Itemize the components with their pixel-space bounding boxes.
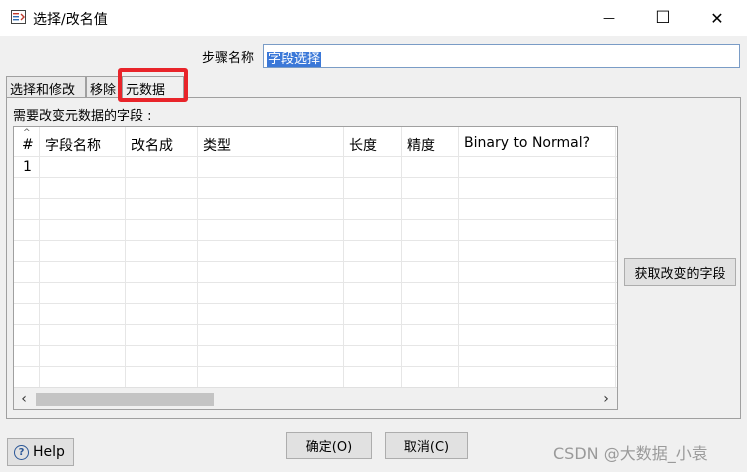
help-label: Help: [33, 444, 65, 460]
grid-lines: [14, 127, 617, 387]
highlight-box: [118, 68, 188, 102]
help-icon: ?: [14, 444, 29, 460]
metadata-table[interactable]: ^ # 字段名称 改名成 类型 长度 精度 Binary to Normal? …: [13, 126, 618, 410]
close-icon: ✕: [710, 8, 724, 28]
column-header-binary-to-normal[interactable]: Binary to Normal?: [464, 135, 590, 151]
cancel-button[interactable]: 取消(C): [385, 432, 468, 459]
ok-button[interactable]: 确定(O): [286, 432, 372, 459]
scroll-right-icon[interactable]: ›: [598, 390, 614, 408]
app-icon: [11, 10, 26, 24]
column-header-precision[interactable]: 精度: [407, 135, 435, 155]
column-header-rename-to[interactable]: 改名成: [131, 135, 173, 155]
title-bar: [0, 0, 747, 36]
step-name-value: 字段选择: [267, 52, 322, 67]
row-number[interactable]: 1: [23, 159, 32, 175]
scrollbar-thumb[interactable]: [36, 393, 214, 406]
step-name-label: 步骤名称: [202, 51, 255, 66]
minimize-icon: —: [603, 11, 615, 25]
watermark-text: CSDN @大数据_小袁: [553, 444, 708, 463]
tab-label: 选择和修改: [10, 83, 76, 98]
help-button[interactable]: ? Help: [7, 438, 74, 466]
fields-to-change-label: 需要改变元数据的字段 :: [13, 109, 152, 124]
column-header-field-name[interactable]: 字段名称: [45, 135, 101, 155]
column-header-type[interactable]: 类型: [203, 135, 231, 155]
horizontal-scrollbar[interactable]: ‹ ›: [14, 387, 617, 409]
maximize-button[interactable]: ☐: [640, 0, 686, 36]
tab-select-modify[interactable]: 选择和修改: [6, 76, 86, 98]
maximize-icon: ☐: [655, 8, 671, 28]
tab-label: 移除: [90, 83, 117, 98]
close-button[interactable]: ✕: [694, 0, 740, 36]
column-header-length[interactable]: 长度: [349, 135, 377, 155]
window-title: 选择/改名值: [33, 12, 108, 28]
step-name-input[interactable]: 字段选择: [263, 44, 740, 68]
scroll-left-icon[interactable]: ‹: [16, 390, 32, 408]
get-changed-fields-button[interactable]: 获取改变的字段: [624, 258, 736, 286]
tab-remove[interactable]: 移除: [86, 76, 122, 98]
column-header-index[interactable]: #: [22, 137, 34, 153]
minimize-button[interactable]: —: [586, 0, 632, 36]
